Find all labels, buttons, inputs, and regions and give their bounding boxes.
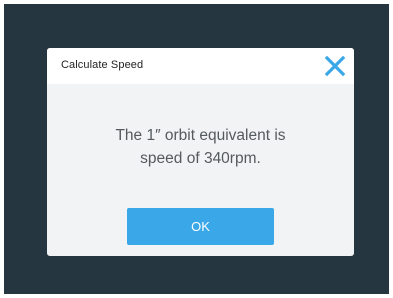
modal-backdrop: Calculate Speed The 1″ orbit equivalent …	[4, 4, 389, 294]
close-button[interactable]	[322, 53, 348, 79]
dialog-header: Calculate Speed	[47, 48, 354, 84]
message-line-1: The 1″ orbit equivalent is	[115, 127, 286, 144]
dialog-title: Calculate Speed	[61, 59, 144, 71]
dialog-message: The 1″ orbit equivalent is speed of 340r…	[47, 124, 354, 170]
ok-button[interactable]: OK	[127, 208, 274, 245]
calculate-speed-dialog: Calculate Speed The 1″ orbit equivalent …	[47, 48, 354, 256]
close-icon	[324, 55, 346, 77]
message-line-2: speed of 340rpm.	[140, 150, 261, 167]
